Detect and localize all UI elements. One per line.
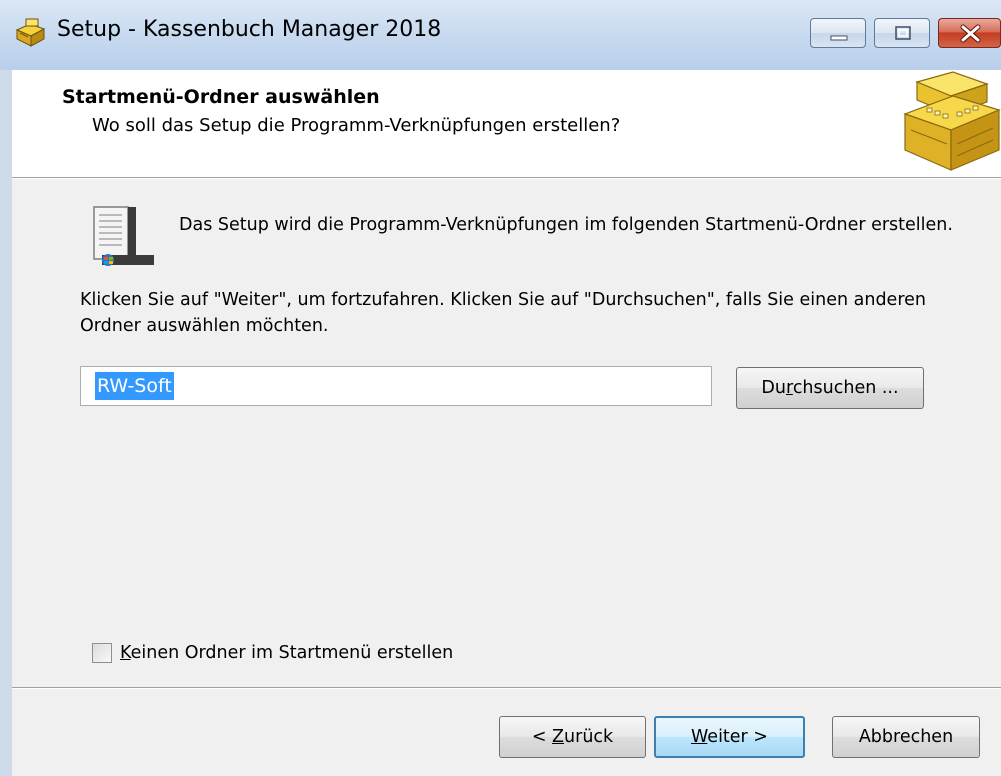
- intro-text: Das Setup wird die Programm-Verknüpfunge…: [179, 215, 953, 235]
- checkbox-label-rest: einen Ordner im Startmenü erstellen: [130, 643, 454, 663]
- folder-input-value: RW-Soft: [95, 372, 174, 400]
- minimize-button[interactable]: [810, 18, 866, 48]
- close-button[interactable]: [938, 18, 1001, 48]
- back-label-post: urück: [564, 727, 614, 747]
- close-icon: [960, 24, 981, 43]
- back-button[interactable]: < Zurück: [499, 716, 646, 758]
- back-label-pre: <: [531, 727, 553, 747]
- minimize-icon: [830, 35, 848, 41]
- next-label-accel: W: [691, 727, 708, 747]
- no-folder-checkbox-label[interactable]: Keinen Ordner im Startmenü erstellen: [120, 640, 453, 666]
- browse-label-pre: Du: [761, 378, 786, 398]
- checkbox-label-accel: K: [120, 643, 131, 663]
- cash-register-icon[interactable]: [14, 18, 48, 48]
- wizard-header: Startmenü-Ordner auswählen Wo soll das S…: [12, 70, 1001, 178]
- cancel-button[interactable]: Abbrechen: [832, 716, 980, 758]
- setup-window: Setup - Kassenbuch Manager 2018 Startmen…: [0, 0, 1001, 776]
- browse-button[interactable]: Durchsuchen ...: [736, 367, 924, 409]
- browse-label-post: chsuchen ...: [792, 378, 899, 398]
- cash-register-image: [903, 71, 1001, 171]
- footer-separator: [12, 687, 1001, 689]
- page-title: Startmenü-Ordner auswählen: [62, 86, 380, 108]
- next-button[interactable]: Weiter >: [654, 716, 805, 758]
- start-menu-folder-input[interactable]: RW-Soft: [80, 366, 712, 406]
- wizard-client-area: Startmenü-Ordner auswählen Wo soll das S…: [12, 70, 1001, 776]
- window-title: Setup - Kassenbuch Manager 2018: [57, 17, 442, 42]
- browse-label-accel: r: [786, 378, 793, 398]
- title-bar[interactable]: Setup - Kassenbuch Manager 2018: [0, 0, 1001, 70]
- page-subtitle: Wo soll das Setup die Programm-Verknüpfu…: [92, 115, 621, 136]
- next-label-post: eiter >: [707, 727, 768, 747]
- start-menu-folder-icon: [93, 206, 154, 266]
- no-folder-checkbox[interactable]: [92, 643, 112, 663]
- instructions-text: Klicken Sie auf "Weiter", um fortzufahre…: [80, 290, 926, 336]
- back-label-accel: Z: [552, 727, 565, 747]
- maximize-icon: [895, 26, 911, 40]
- maximize-button[interactable]: [874, 18, 930, 48]
